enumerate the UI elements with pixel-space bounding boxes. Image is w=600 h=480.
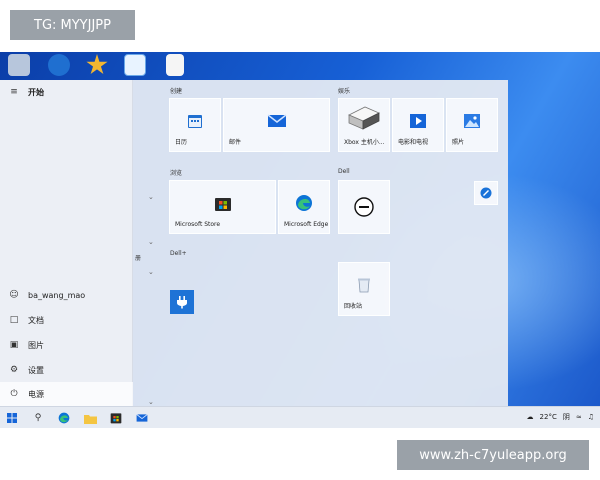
folder-icon[interactable] bbox=[82, 410, 98, 426]
tile-label: 电影和电视 bbox=[398, 139, 429, 146]
menu-item-pictures[interactable]: ▣ 图片 bbox=[0, 333, 133, 357]
group-label-dellplus: Dell+ bbox=[170, 250, 187, 257]
tile-photos[interactable]: 照片 bbox=[446, 98, 498, 152]
tg-label: TG: MYYJJPP bbox=[10, 10, 135, 40]
edge-desktop-icon[interactable] bbox=[48, 54, 70, 76]
tile-label: 回收站 bbox=[344, 303, 363, 310]
edge-icon bbox=[296, 194, 312, 211]
menu-item-documents[interactable]: □ 文档 bbox=[0, 308, 133, 332]
link-icon bbox=[480, 187, 492, 199]
taskbar: ⚲ ☁ 22°C 阴 ≈ ♫ bbox=[0, 406, 600, 428]
power-icon: ⏻ bbox=[10, 389, 18, 399]
store-icon bbox=[214, 197, 231, 211]
user-icon: ☺ bbox=[9, 290, 19, 300]
temperature[interactable]: 22°C bbox=[540, 413, 557, 421]
group-label-create: 创建 bbox=[170, 88, 183, 95]
tile-mail[interactable]: 邮件 bbox=[223, 98, 330, 152]
tile-label: Microsoft Edge bbox=[284, 221, 329, 228]
search-icon[interactable]: ⚲ bbox=[30, 410, 46, 426]
gear-icon: ⚙ bbox=[9, 365, 19, 375]
watermark-label: www.zh-c7yuleapp.org bbox=[397, 440, 589, 470]
mail-taskbar-icon[interactable] bbox=[134, 410, 150, 426]
picture-icon: ▣ bbox=[9, 340, 19, 350]
menu-item-label: 电源 bbox=[28, 389, 44, 399]
mail-icon bbox=[267, 114, 286, 127]
chevron-down-icon[interactable]: ⌄ bbox=[148, 398, 154, 406]
tile-label: Xbox 主机小... bbox=[344, 139, 385, 146]
group-label-dell: Dell bbox=[338, 168, 350, 175]
group-label-browse: 浏览 bbox=[170, 170, 183, 177]
tile-small-app[interactable] bbox=[474, 181, 498, 205]
desktop-icons bbox=[0, 52, 200, 80]
recycle-bin-desktop-icon[interactable] bbox=[8, 54, 30, 76]
store-taskbar-icon[interactable] bbox=[108, 410, 124, 426]
network-icon[interactable]: ≈ bbox=[576, 413, 582, 421]
tile-calendar[interactable]: 日历 bbox=[169, 98, 221, 152]
chevron-down-icon[interactable]: ⌄ bbox=[148, 238, 154, 246]
user-account-item[interactable]: ☺ ba_wang_mao bbox=[0, 283, 133, 307]
screenshot-root: TG: MYYJJPP ≡ 开始 ☺ ba_wang_mao □ 文档 ▣ 图片 bbox=[0, 0, 600, 480]
start-menu-header[interactable]: ≡ 开始 bbox=[0, 80, 133, 104]
cloud-app-icon[interactable] bbox=[124, 54, 146, 76]
dell-logo-icon bbox=[354, 197, 374, 217]
tile-movies-tv[interactable]: 电影和电视 bbox=[392, 98, 444, 152]
start-title: 开始 bbox=[28, 87, 44, 97]
movies-icon bbox=[410, 113, 426, 128]
hamburger-icon[interactable]: ≡ bbox=[8, 87, 20, 97]
tile-dell[interactable] bbox=[338, 180, 390, 234]
weather-icon[interactable]: ☁ bbox=[527, 413, 534, 421]
star-app-icon[interactable] bbox=[86, 54, 108, 75]
tile-recycle-bin[interactable]: 回收站 bbox=[338, 262, 390, 316]
tile-label: 日历 bbox=[175, 139, 188, 146]
side-fragment: 册 bbox=[135, 255, 142, 262]
tile-power-plug-app[interactable] bbox=[170, 290, 194, 314]
chevron-down-icon[interactable]: ⌄ bbox=[148, 193, 154, 201]
start-menu-left-column: ≡ 开始 ☺ ba_wang_mao □ 文档 ▣ 图片 ⚙ 设置 ⏻ 电源 bbox=[0, 80, 133, 406]
user-name: ba_wang_mao bbox=[28, 290, 86, 300]
chevron-down-icon[interactable]: ⌄ bbox=[148, 268, 154, 276]
photos-icon bbox=[464, 113, 480, 128]
menu-item-settings[interactable]: ⚙ 设置 bbox=[0, 358, 133, 382]
group-label-entertainment: 娱乐 bbox=[338, 88, 351, 95]
tile-microsoft-edge[interactable]: Microsoft Edge bbox=[278, 180, 330, 234]
tile-xbox[interactable]: Xbox 主机小... bbox=[338, 98, 390, 152]
system-tray: ☁ 22°C 阴 ≈ ♫ bbox=[527, 412, 594, 422]
tile-label: 邮件 bbox=[229, 139, 242, 146]
edge-taskbar-icon[interactable] bbox=[56, 410, 72, 426]
xbox-console-icon bbox=[348, 106, 380, 130]
document-icon: □ bbox=[9, 315, 19, 325]
plug-icon bbox=[177, 296, 187, 309]
calendar-icon bbox=[188, 114, 202, 128]
speaker-icon[interactable]: ♫ bbox=[588, 413, 594, 421]
menu-item-label: 图片 bbox=[28, 340, 44, 350]
weather-text: 阴 bbox=[562, 413, 570, 421]
tile-label: 照片 bbox=[452, 139, 465, 146]
file-desktop-icon[interactable] bbox=[166, 54, 184, 76]
tile-microsoft-store[interactable]: Microsoft Store bbox=[169, 180, 276, 234]
windows-start-icon[interactable] bbox=[4, 410, 20, 426]
menu-item-label: 文档 bbox=[28, 315, 44, 325]
menu-item-power[interactable]: ⏻ 电源 bbox=[0, 382, 133, 406]
tile-label: Microsoft Store bbox=[175, 221, 221, 228]
recycle-bin-icon bbox=[358, 278, 370, 293]
menu-item-label: 设置 bbox=[28, 365, 44, 375]
